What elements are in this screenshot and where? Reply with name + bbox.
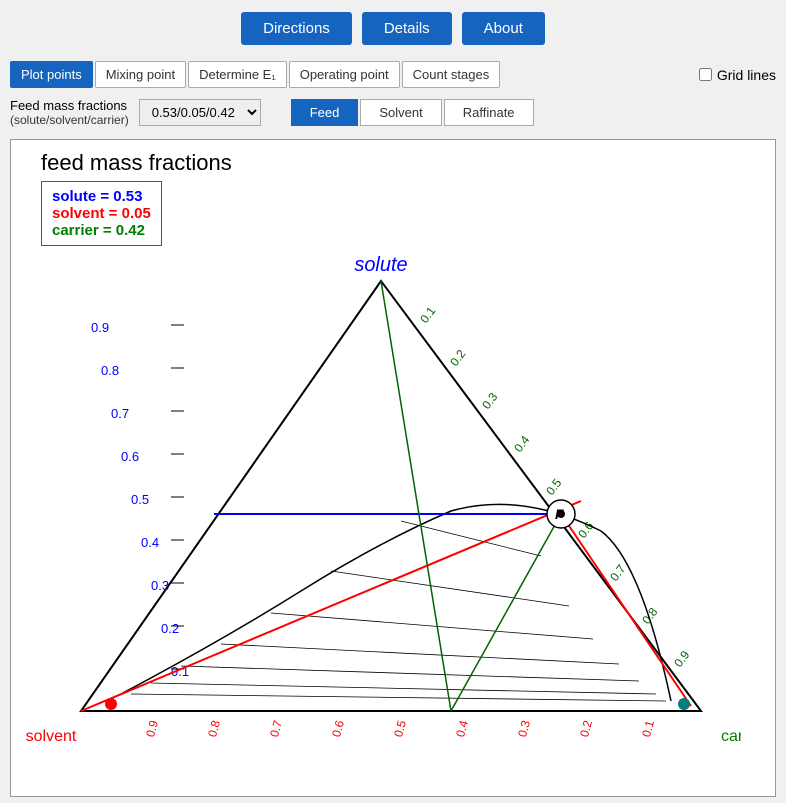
chart-title: feed mass fractions [41, 150, 232, 176]
legend-box: solute = 0.53 solvent = 0.05 carrier = 0… [41, 181, 162, 246]
svg-text:0.7: 0.7 [607, 562, 628, 584]
svg-text:0.4: 0.4 [453, 719, 471, 739]
vertex-solute-label: solute [354, 254, 407, 276]
svg-text:0.3: 0.3 [515, 719, 533, 739]
details-button[interactable]: Details [362, 12, 452, 45]
svg-text:0.5: 0.5 [131, 492, 149, 507]
svg-text:0.8: 0.8 [205, 719, 223, 739]
svg-text:0.1: 0.1 [639, 719, 657, 739]
svg-text:0.2: 0.2 [447, 347, 468, 369]
red-line-1 [81, 501, 581, 711]
legend-solute: solute = 0.53 [52, 188, 151, 205]
raffinate-button[interactable]: Raffinate [444, 99, 534, 126]
directions-button[interactable]: Directions [241, 12, 352, 45]
svg-text:0.6: 0.6 [575, 519, 596, 541]
green-line-2 [381, 281, 451, 711]
grid-lines-checkbox[interactable] [699, 68, 712, 81]
svg-text:0.7: 0.7 [267, 719, 285, 739]
tab-plot-points[interactable]: Plot points [10, 61, 93, 88]
legend-solvent: solvent = 0.05 [52, 205, 151, 222]
svg-text:0.8: 0.8 [639, 605, 660, 627]
feed-dropdown[interactable]: 0.53/0.05/0.42 [139, 99, 261, 126]
ternary-diagram: solute solvent carrier 0.1 0.2 0.3 0.4 0… [21, 251, 741, 781]
red-line-2 [561, 514, 691, 706]
svg-text:0.6: 0.6 [121, 449, 139, 464]
f-label: F [555, 506, 564, 522]
svg-text:0.5: 0.5 [543, 476, 564, 498]
svg-text:0.5: 0.5 [391, 719, 409, 739]
bottom-axis-labels: 0.1 0.2 0.3 0.4 0.5 0.6 0.7 0.8 0.9 [143, 719, 657, 739]
svg-text:0.6: 0.6 [329, 719, 347, 739]
svg-text:0.3: 0.3 [151, 578, 169, 593]
svg-text:0.4: 0.4 [141, 535, 159, 550]
tab-operating-point[interactable]: Operating point [289, 61, 400, 88]
vertex-carrier-label: carrier [721, 728, 741, 745]
svg-text:0.8: 0.8 [101, 363, 119, 378]
svg-text:0.2: 0.2 [577, 719, 595, 739]
chart-area: feed mass fractions solute = 0.53 solven… [10, 139, 776, 797]
svg-text:0.9: 0.9 [671, 648, 692, 670]
carrier-point [678, 698, 690, 710]
svg-text:0.9: 0.9 [143, 719, 161, 739]
solvent-button[interactable]: Solvent [360, 99, 441, 126]
svg-text:0.3: 0.3 [479, 390, 500, 412]
about-button[interactable]: About [462, 12, 545, 45]
grid-lines-label: Grid lines [717, 67, 776, 83]
feed-mass-label: Feed mass fractions [10, 98, 129, 113]
feed-mass-sublabel: (solute/solvent/carrier) [10, 113, 129, 127]
feed-button[interactable]: Feed [291, 99, 359, 126]
legend-carrier: carrier = 0.42 [52, 222, 151, 239]
right-axis-labels: 0.1 0.2 0.3 0.4 0.5 0.6 0.7 0.8 0.9 [417, 304, 692, 670]
solvent-point [105, 698, 117, 710]
svg-text:0.7: 0.7 [111, 406, 129, 421]
vertex-solvent-label: solvent [26, 728, 77, 745]
svg-text:0.9: 0.9 [91, 320, 109, 335]
green-line-1 [451, 514, 561, 711]
tab-mixing-point[interactable]: Mixing point [95, 61, 186, 88]
tab-count-stages[interactable]: Count stages [402, 61, 501, 88]
svg-text:0.4: 0.4 [511, 433, 532, 455]
tab-determine-e1[interactable]: Determine E₁ [188, 61, 287, 88]
svg-text:0.1: 0.1 [417, 304, 438, 326]
svg-text:0.2: 0.2 [161, 621, 179, 636]
